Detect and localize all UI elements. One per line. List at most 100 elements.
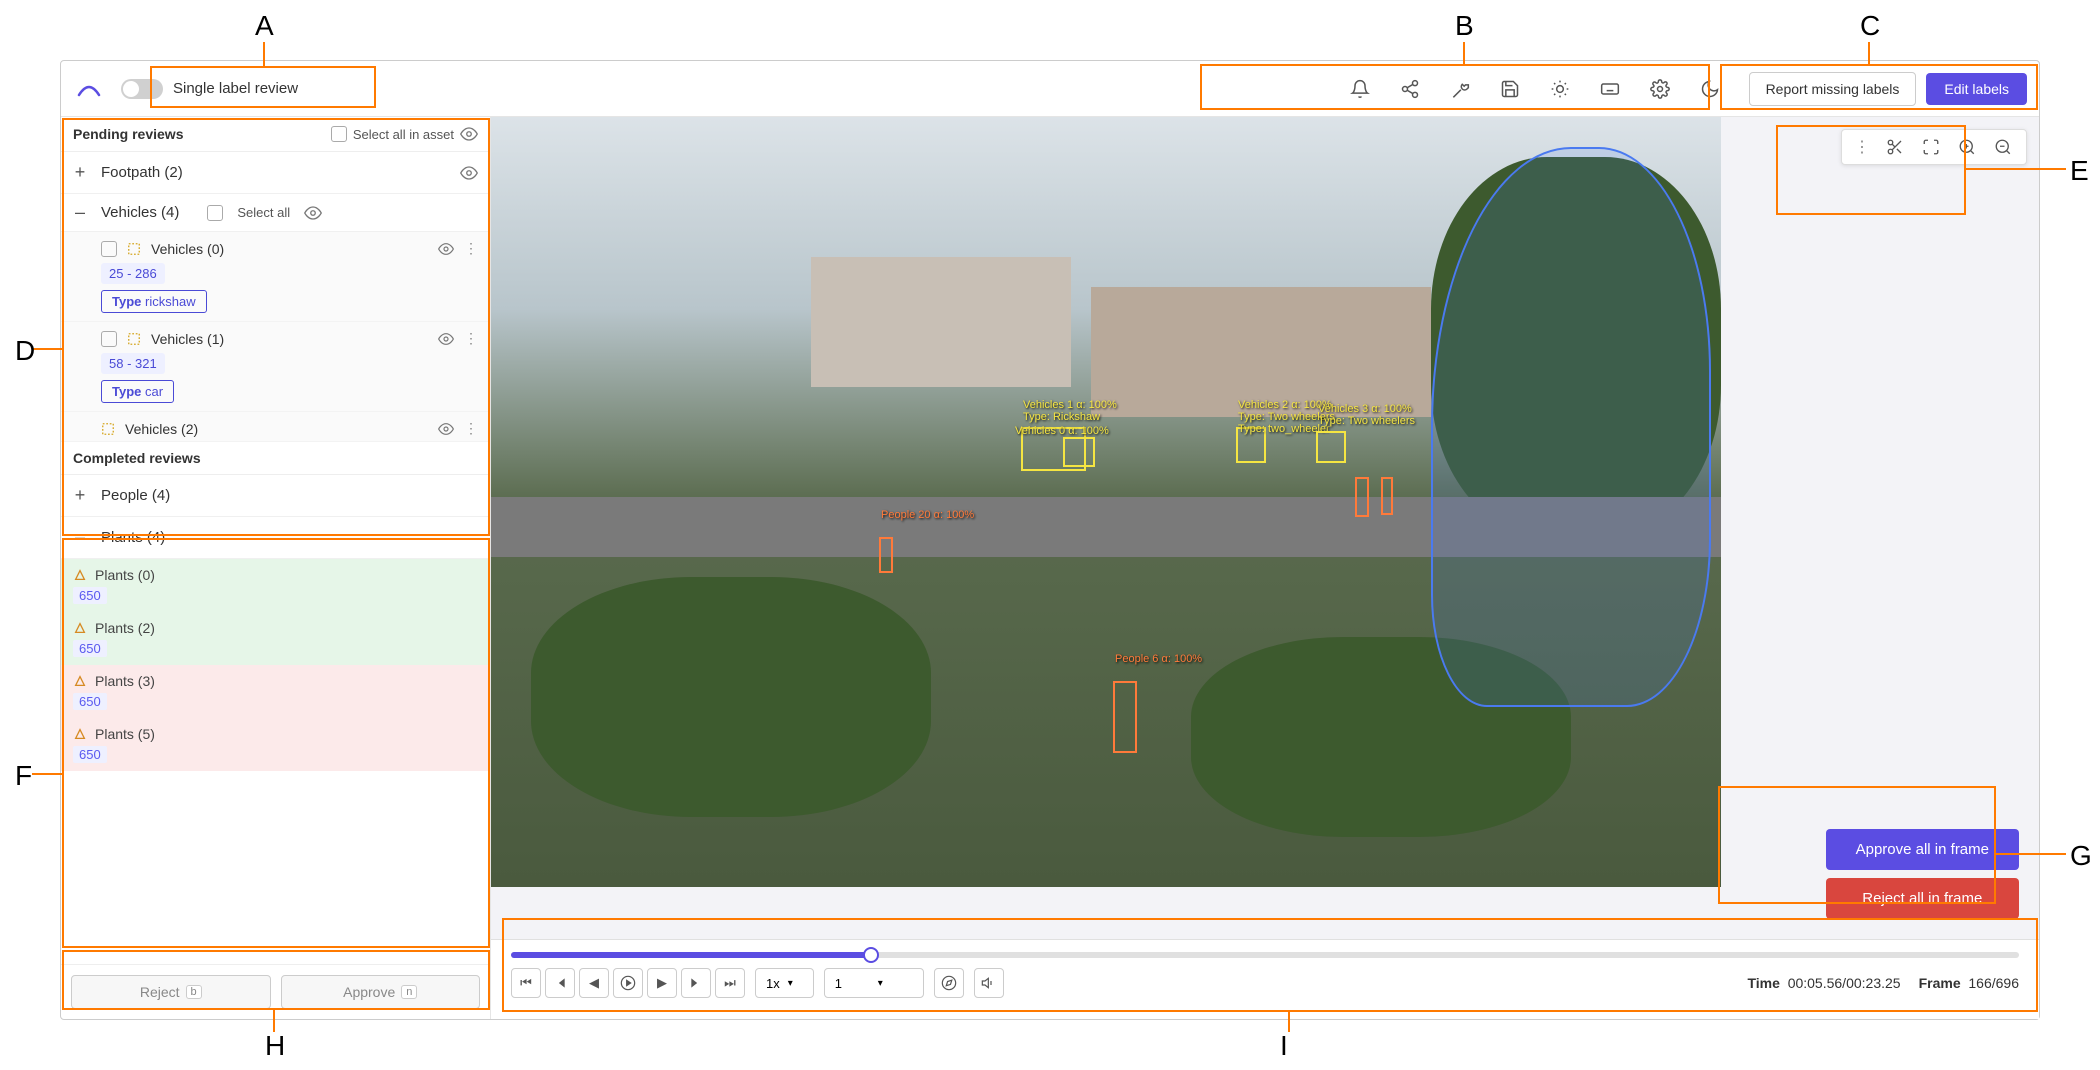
report-missing-button[interactable]: Report missing labels — [1749, 72, 1917, 106]
callout-c: C — [1860, 10, 1880, 42]
item-name: Plants (5) — [95, 726, 155, 742]
vehicles-group-row[interactable]: – Vehicles (4) Select all — [61, 194, 490, 232]
expand-icon[interactable]: + — [73, 485, 87, 506]
anno-people-x2[interactable] — [1381, 477, 1393, 515]
plants-group-row[interactable]: – Plants (4) — [61, 517, 490, 559]
select-all-asset-checkbox[interactable] — [331, 126, 347, 142]
collapse-icon[interactable]: – — [73, 527, 87, 548]
item-checkbox[interactable] — [101, 331, 117, 347]
eye-icon[interactable] — [438, 241, 454, 257]
item-value: 650 — [73, 693, 107, 710]
bell-icon[interactable] — [1349, 78, 1371, 100]
viewport-toolbar: ⋮ — [1841, 129, 2027, 165]
scrubber[interactable] — [511, 952, 2019, 958]
plant-item-5[interactable]: Plants (5) 650 — [61, 718, 490, 771]
anno-people-20[interactable]: People 20 α: 100% — [879, 537, 893, 573]
play-icon[interactable] — [613, 968, 643, 998]
frame-range: 25 - 286 — [101, 263, 165, 284]
vehicles-select-all-label: Select all — [237, 205, 290, 220]
plants-label: Plants (4) — [101, 529, 165, 546]
image-viewport[interactable]: Vehicles 1 α: 100%Type: Rickshaw Vehicle… — [491, 117, 2039, 939]
polygon-icon — [73, 674, 87, 688]
anno-people-x1[interactable] — [1355, 477, 1369, 517]
type-chip: Type car — [101, 380, 174, 403]
completed-reviews-title: Completed reviews — [73, 450, 201, 466]
plant-item-0[interactable]: Plants (0) 650 — [61, 559, 490, 612]
anno-people-6[interactable]: People 6 α: 100% — [1113, 681, 1137, 753]
item-checkbox[interactable] — [101, 241, 117, 257]
prev-frame-icon[interactable]: ◀ — [579, 968, 609, 998]
brightness-icon[interactable] — [1549, 78, 1571, 100]
video-frame: Vehicles 1 α: 100%Type: Rickshaw Vehicle… — [491, 117, 1721, 887]
bbox-icon — [127, 332, 141, 346]
more-icon[interactable]: ⋮ — [464, 240, 478, 257]
polygon-icon — [73, 568, 87, 582]
footpath-label: Footpath (2) — [101, 164, 183, 181]
skip-end-icon[interactable]: ⏭ — [715, 968, 745, 998]
keyboard-icon[interactable] — [1599, 78, 1621, 100]
approve-all-frame-button[interactable]: Approve all in frame — [1826, 829, 2019, 870]
eye-icon[interactable] — [460, 125, 478, 143]
next-keyframe-icon[interactable] — [681, 968, 711, 998]
reject-button[interactable]: Rejectb — [71, 975, 271, 1009]
expand-icon[interactable]: + — [73, 162, 87, 183]
collapse-icon[interactable]: – — [73, 202, 87, 223]
plant-item-2[interactable]: Plants (2) 650 — [61, 612, 490, 665]
anno-label: Vehicles 3 α: 100%Type: Two wheelers — [1318, 403, 1415, 427]
edit-labels-button[interactable]: Edit labels — [1926, 73, 2027, 105]
fullscreen-icon[interactable] — [1920, 136, 1942, 158]
anno-vehicle-3[interactable]: Vehicles 3 α: 100%Type: Two wheelers — [1316, 431, 1346, 463]
wrench-icon[interactable] — [1449, 78, 1471, 100]
callout-h: H — [265, 1030, 285, 1062]
topbar-actions: Report missing labels Edit labels — [1749, 72, 2027, 106]
gear-icon[interactable] — [1649, 78, 1671, 100]
plant-item-3[interactable]: Plants (3) 650 — [61, 665, 490, 718]
app-frame: Single label review Report missing label… — [60, 60, 2040, 1020]
callout-d: D — [15, 335, 35, 367]
speed-select[interactable]: 1x▾ — [755, 968, 814, 998]
eye-icon[interactable] — [438, 421, 454, 437]
eye-icon[interactable] — [438, 331, 454, 347]
item-value: 650 — [73, 640, 107, 657]
callout-i: I — [1280, 1030, 1288, 1062]
zoom-out-icon[interactable] — [1992, 136, 2014, 158]
scissors-icon[interactable] — [1884, 136, 1906, 158]
item-value: 650 — [73, 746, 107, 763]
share-icon[interactable] — [1399, 78, 1421, 100]
item-value: 650 — [73, 587, 107, 604]
vehicle-item-0[interactable]: Vehicles (0) ⋮ 25 - 286 Type rickshaw — [61, 232, 490, 322]
zoom-in-icon[interactable] — [1956, 136, 1978, 158]
anno-vehicle-0[interactable]: Vehicles 0 α: 100% — [1063, 437, 1095, 467]
skip-start-icon[interactable]: ⏮ — [511, 968, 541, 998]
frame-input[interactable]: 1▾ — [824, 968, 924, 998]
footpath-group-row[interactable]: + Footpath (2) — [61, 152, 490, 194]
drag-handle-icon[interactable]: ⋮ — [1854, 137, 1870, 157]
more-icon[interactable]: ⋮ — [464, 330, 478, 347]
anno-vehicle-2[interactable]: Vehicles 2 α: 100%Type: Two wheelersType… — [1236, 427, 1266, 463]
eye-icon[interactable] — [460, 164, 478, 182]
scrubber-handle[interactable] — [863, 947, 879, 963]
prev-keyframe-icon[interactable] — [545, 968, 575, 998]
item-name: Vehicles (1) — [151, 331, 224, 347]
vehicle-item-1[interactable]: Vehicles (1) ⋮ 58 - 321 Type car — [61, 322, 490, 412]
single-label-toggle[interactable] — [121, 79, 163, 99]
people-group-row[interactable]: + People (4) — [61, 475, 490, 517]
anno-plant-tree[interactable] — [1431, 147, 1711, 707]
callout-g: G — [2070, 840, 2092, 872]
bbox-icon — [101, 422, 115, 436]
eye-icon[interactable] — [304, 204, 322, 222]
item-name: Plants (2) — [95, 620, 155, 636]
save-icon[interactable] — [1499, 78, 1521, 100]
reject-all-frame-button[interactable]: Reject all in frame — [1826, 878, 2019, 919]
next-frame-icon[interactable]: ▶ — [647, 968, 677, 998]
approve-button[interactable]: Approven — [281, 975, 481, 1009]
item-name: Vehicles (2) — [125, 421, 198, 437]
frame-actions: Approve all in frame Reject all in frame — [1826, 829, 2019, 919]
frame-range: 58 - 321 — [101, 353, 165, 374]
compass-icon[interactable] — [934, 968, 964, 998]
vehicle-item-2[interactable]: Vehicles (2) ⋮ — [61, 412, 490, 442]
moon-icon[interactable] — [1699, 78, 1721, 100]
vehicles-select-all-checkbox[interactable] — [207, 205, 223, 221]
volume-icon[interactable] — [974, 968, 1004, 998]
more-icon[interactable]: ⋮ — [464, 420, 478, 437]
